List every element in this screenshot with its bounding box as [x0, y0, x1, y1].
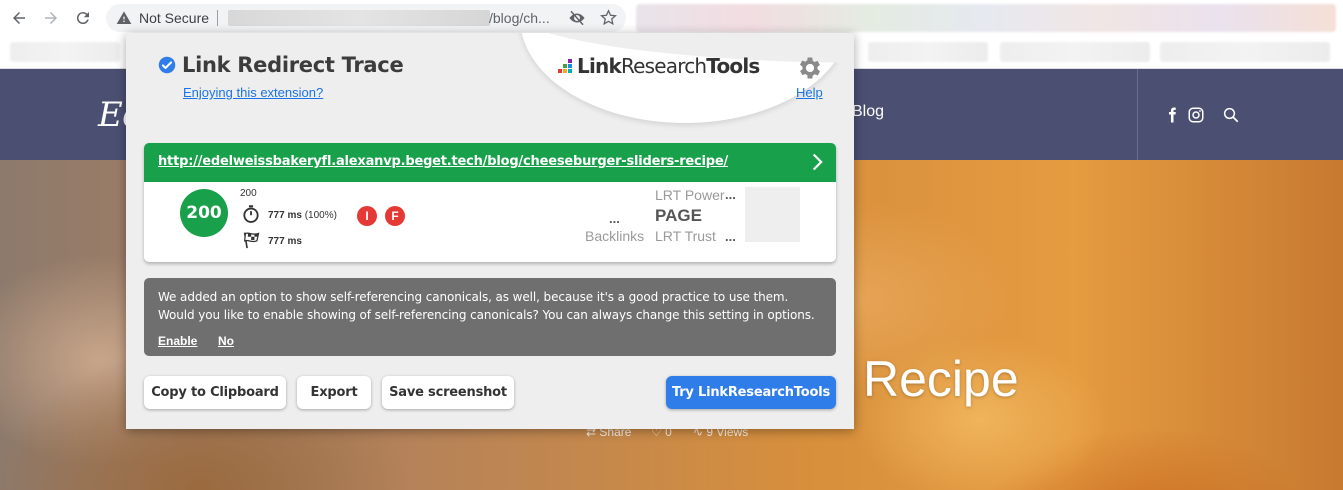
omnibox-divider — [217, 10, 218, 26]
lrt-brand-tools: Tools — [706, 54, 760, 78]
response-time-percent: (100%) — [304, 210, 337, 221]
metric-preview-box — [745, 187, 800, 242]
back-button[interactable] — [7, 6, 31, 30]
response-time: 777 ms (100%) — [268, 210, 337, 221]
canonical-notice: We added an option to show self-referenc… — [144, 278, 836, 356]
lrt-power-value[interactable]: ... — [725, 187, 736, 202]
browser-toolbar: Not Secure /blog/ch... — [0, 0, 1343, 36]
bookmark-redacted — [1160, 42, 1330, 62]
no-link[interactable]: No — [218, 334, 234, 348]
lrt-trust-label: LRT Trust — [655, 228, 716, 244]
index-badge[interactable]: I — [357, 206, 377, 226]
search-icon[interactable] — [1221, 105, 1241, 125]
url-redacted — [228, 10, 490, 26]
help-link[interactable]: Help — [796, 85, 823, 100]
url-bar[interactable]: http://edelweissbakeryfl.alexanvp.beget.… — [144, 143, 836, 182]
backlinks-label: Backlinks — [585, 228, 645, 244]
arrow-left-icon — [13, 12, 25, 24]
checkered-flag-icon — [243, 232, 260, 249]
instagram-icon[interactable] — [1186, 105, 1206, 125]
gear-icon[interactable] — [796, 54, 824, 82]
lrt-brand-text: LinkResearchTools — [577, 54, 760, 78]
forward-button[interactable] — [39, 6, 63, 30]
reload-button[interactable] — [71, 6, 95, 30]
traced-url-link[interactable]: http://edelweissbakeryfl.alexanvp.beget.… — [158, 154, 728, 169]
arrow-right-icon — [45, 12, 57, 24]
redirect-result-card: http://edelweissbakeryfl.alexanvp.beget.… — [144, 143, 836, 262]
popup-title-row: Link Redirect Trace — [158, 53, 404, 77]
link-redirect-trace-popup: Link Redirect Trace Enjoying this extens… — [126, 33, 854, 429]
chevron-right-icon[interactable] — [807, 152, 827, 172]
status-code-label: 200 — [240, 188, 257, 199]
security-label[interactable]: Not Secure — [139, 10, 209, 26]
extensions-area-redacted — [636, 4, 1336, 32]
response-time-value: 777 ms — [268, 210, 302, 221]
popup-title: Link Redirect Trace — [182, 53, 404, 77]
notice-line-1: We added an option to show self-referenc… — [158, 290, 789, 304]
address-bar[interactable]: Not Secure /blog/ch... — [106, 4, 626, 32]
url-path[interactable]: /blog/ch... — [489, 10, 550, 26]
eye-off-icon[interactable] — [568, 10, 586, 26]
notice-text: We added an option to show self-referenc… — [158, 288, 815, 324]
total-time: 777 ms — [268, 236, 302, 247]
reload-icon — [76, 12, 89, 25]
try-linkresearchtools-button[interactable]: Try LinkResearchTools — [666, 376, 836, 409]
lrt-logo[interactable]: LinkResearchTools — [558, 54, 760, 78]
backlinks-value[interactable]: ... — [609, 211, 620, 226]
bookmark-redacted — [868, 42, 988, 62]
enable-link[interactable]: Enable — [158, 334, 197, 348]
lrt-power-label: LRT Power — [655, 187, 725, 203]
notice-line-2: Would you like to enable showing of self… — [158, 308, 815, 322]
facebook-icon[interactable] — [1162, 105, 1182, 125]
nav-blog-link[interactable]: Blog — [852, 103, 884, 121]
export-button[interactable]: Export — [297, 376, 371, 409]
check-circle-icon — [158, 56, 176, 74]
bookmark-redacted — [10, 42, 120, 62]
page-label: PAGE — [655, 206, 702, 225]
status-code-badge: 200 — [180, 189, 228, 237]
follow-badge[interactable]: F — [385, 206, 405, 226]
enjoy-extension-link[interactable]: Enjoying this extension? — [183, 85, 323, 100]
lrt-brand-research: Research — [620, 54, 707, 78]
header-divider — [1137, 69, 1138, 160]
hero-title: Recipe — [863, 351, 1019, 407]
stopwatch-icon — [243, 205, 259, 223]
lrt-logo-icon — [558, 59, 572, 73]
lrt-brand-link: Link — [577, 54, 622, 78]
star-icon[interactable] — [600, 9, 617, 26]
copy-to-clipboard-button[interactable]: Copy to Clipboard — [144, 376, 286, 409]
warning-icon — [116, 11, 132, 24]
save-screenshot-button[interactable]: Save screenshot — [382, 376, 514, 409]
lrt-trust-value[interactable]: ... — [725, 229, 736, 244]
bookmark-redacted — [1000, 42, 1150, 62]
